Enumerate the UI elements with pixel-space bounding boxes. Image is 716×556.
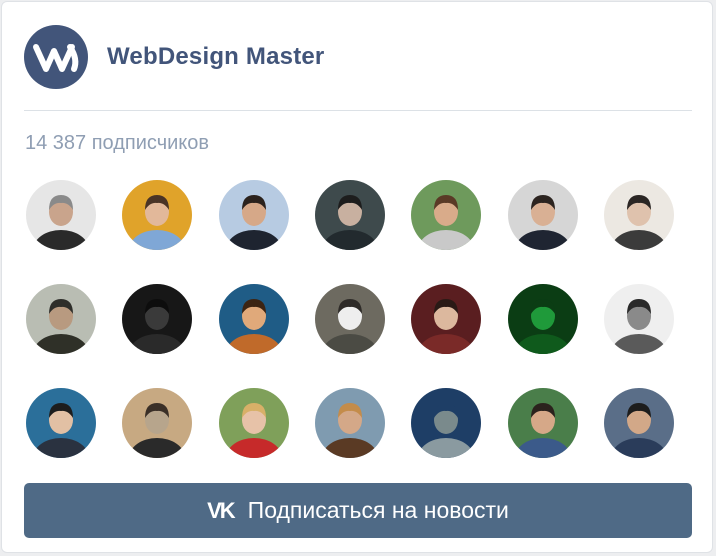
avatar-cap-man[interactable]: [26, 388, 96, 458]
widget-header: WebDesign Master: [24, 24, 324, 90]
community-widget: WebDesign Master 14 387 подписчиков VK П…: [1, 1, 713, 553]
avatar-night-car[interactable]: [122, 284, 193, 354]
avatar-sword-figure[interactable]: [122, 388, 193, 458]
vk-logo-icon: VK: [207, 497, 236, 523]
avatar-matrix[interactable]: [507, 284, 578, 354]
avatar-headphones-man[interactable]: [603, 388, 674, 458]
subscribe-button-label: Подписаться на новости: [247, 497, 509, 523]
group-logo-icon[interactable]: [24, 25, 88, 89]
avatar-joker-face[interactable]: [314, 284, 385, 354]
subscribers-count[interactable]: 14 387 подписчиков: [25, 132, 209, 155]
avatar-fantasy-art[interactable]: [218, 284, 289, 354]
divider: [24, 110, 692, 111]
avatar-suit-man[interactable]: [507, 180, 578, 250]
avatar-guitar-player[interactable]: [314, 388, 385, 458]
avatar-red-coat[interactable]: [411, 284, 482, 354]
avatar-sea-landscape[interactable]: [411, 388, 482, 458]
subscribers-grid: [26, 180, 696, 460]
group-name-link[interactable]: WebDesign Master: [107, 43, 324, 71]
avatar-dark-hood[interactable]: [314, 180, 385, 250]
avatar-red-dress-woman[interactable]: [218, 388, 289, 458]
avatar-dark-coat[interactable]: [26, 284, 96, 354]
avatar-gray-hair-man[interactable]: [26, 180, 96, 250]
avatar-two-faces[interactable]: [603, 180, 674, 250]
avatar-sunglasses-man[interactable]: [411, 180, 482, 250]
avatar-colorful-wall-man[interactable]: [122, 180, 193, 250]
avatar-bw-man[interactable]: [603, 284, 674, 354]
avatar-man-sitting[interactable]: [507, 388, 578, 458]
avatar-man-arms-crossed[interactable]: [218, 180, 289, 250]
subscribe-button[interactable]: VK Подписаться на новости: [24, 483, 692, 538]
